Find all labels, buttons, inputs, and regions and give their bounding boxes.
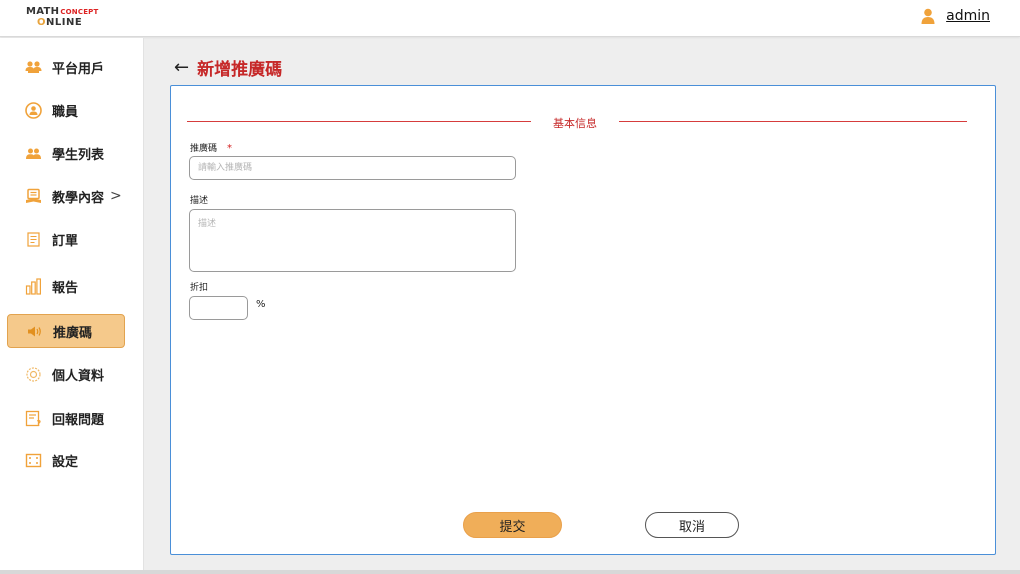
description-label: 描述	[190, 196, 209, 206]
order-icon	[25, 231, 42, 248]
percent-unit: %	[256, 299, 266, 310]
top-bar: MATH CONCEPT ONLINE admin	[0, 0, 1020, 37]
logo-top: MATH CONCEPT	[26, 7, 98, 17]
sidebar-item-label: 報告	[52, 280, 79, 296]
sidebar-item-teaching-content[interactable]: 教學內容 >	[7, 179, 125, 213]
logo-online: ONLINE	[37, 18, 98, 28]
settings-icon	[25, 452, 42, 469]
sidebar-item-platform-users[interactable]: 平台用戶	[7, 50, 125, 84]
promo-code-label: 推廣碼	[190, 144, 218, 154]
speaker-icon	[26, 323, 43, 340]
logo-online-rest: NLINE	[46, 17, 83, 28]
section-divider-right	[619, 121, 967, 122]
user-name-link[interactable]: admin	[946, 8, 990, 24]
chevron-right-icon: >	[110, 188, 122, 204]
sidebar-item-staff[interactable]: 職員	[7, 93, 125, 127]
staff-icon	[25, 101, 42, 119]
sidebar: 平台用戶 職員 學生列表 教學內容 > 訂單 報告 推廣碼 個人資料 ? 回報問…	[0, 38, 144, 570]
bottom-scrollbar	[0, 570, 1020, 574]
app-logo[interactable]: MATH CONCEPT ONLINE	[26, 7, 98, 28]
section-divider-left	[187, 121, 531, 122]
sidebar-item-students[interactable]: 學生列表	[7, 136, 125, 170]
logo-concept: CONCEPT	[60, 8, 99, 16]
logo-math: MATH	[26, 6, 60, 17]
sidebar-item-label: 教學內容	[52, 190, 105, 206]
sidebar-item-label: 推廣碼	[53, 325, 93, 341]
user-icon	[921, 8, 935, 24]
sidebar-item-settings[interactable]: 設定	[7, 443, 125, 477]
form-panel: 基本信息 推廣碼 * 描述 折扣 % 提交 取消	[170, 85, 996, 555]
students-icon	[25, 145, 42, 162]
feedback-icon: ?	[25, 410, 42, 427]
sidebar-item-promo-code[interactable]: 推廣碼	[7, 314, 125, 348]
sidebar-item-label: 個人資料	[52, 368, 105, 384]
discount-input[interactable]	[189, 296, 248, 320]
sidebar-item-label: 學生列表	[52, 147, 105, 163]
report-icon	[25, 277, 42, 295]
users-icon	[25, 59, 42, 76]
user-menu[interactable]: admin	[921, 8, 990, 24]
page-title: 新增推廣碼	[197, 60, 283, 80]
sidebar-item-label: 平台用戶	[52, 61, 105, 77]
book-icon	[25, 188, 42, 205]
description-textarea[interactable]	[189, 209, 516, 272]
required-mark: *	[227, 143, 233, 154]
sidebar-item-label: 設定	[52, 454, 79, 470]
submit-button[interactable]: 提交	[463, 512, 562, 538]
promo-code-label-row: 推廣碼 *	[190, 141, 232, 154]
sidebar-item-label: 職員	[52, 104, 79, 120]
back-arrow-icon[interactable]: ←	[174, 57, 189, 78]
profile-icon	[25, 366, 42, 383]
discount-label: 折扣	[190, 283, 209, 293]
sidebar-item-label: 回報問題	[52, 412, 105, 428]
svg-text:?: ?	[37, 419, 42, 427]
sidebar-item-feedback[interactable]: ? 回報問題	[7, 401, 125, 435]
promo-code-input[interactable]	[189, 156, 516, 180]
section-title: 基本信息	[553, 117, 597, 130]
cancel-button[interactable]: 取消	[645, 512, 739, 538]
page-header: ← 新增推廣碼	[174, 55, 282, 80]
logo-online-o: O	[37, 17, 47, 28]
sidebar-item-label: 訂單	[52, 233, 79, 249]
sidebar-item-reports[interactable]: 報告	[7, 269, 125, 303]
sidebar-item-profile[interactable]: 個人資料	[7, 357, 125, 391]
sidebar-item-orders[interactable]: 訂單	[7, 222, 125, 256]
